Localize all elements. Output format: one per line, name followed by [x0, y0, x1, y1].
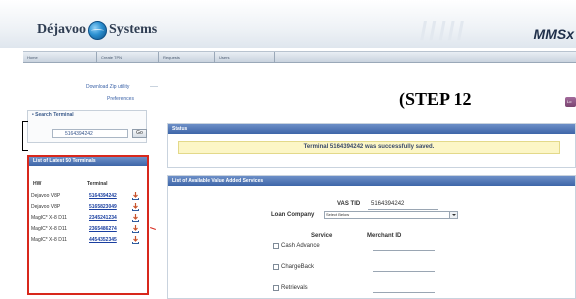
search-terminal-input[interactable]: 5164394242 — [52, 129, 128, 138]
list-item: Dejavoo V8P 5164394242 — [29, 192, 147, 203]
chargeback-label: ChargeBack — [281, 264, 315, 270]
list-item: MagIC* X-8 D11 2365486274 — [29, 225, 147, 236]
preferences-link[interactable]: Preferences — [107, 96, 134, 102]
retrievals-checkbox[interactable] — [273, 285, 279, 291]
download-icon[interactable] — [132, 192, 139, 200]
cash-advance-checkbox[interactable] — [273, 243, 279, 249]
status-message: Terminal 5164394242 was successfully sav… — [178, 141, 560, 154]
service-column-header: Service — [311, 233, 333, 239]
download-icon[interactable] — [132, 203, 139, 211]
loan-company-value: Select Below — [326, 212, 350, 217]
app-header: ///// Déjavoo Systems MMSx — [0, 0, 576, 48]
go-button[interactable]: Go — [132, 129, 147, 138]
download-icon[interactable] — [132, 225, 139, 233]
globe-icon — [88, 20, 107, 40]
download-icon[interactable] — [132, 214, 139, 222]
vas-title: List of Available Value Added Services — [168, 176, 575, 186]
service-row-chargeback: ChargeBack — [273, 264, 314, 270]
header-watermark: ///// — [420, 16, 467, 46]
cash-advance-merchant-id-field[interactable] — [373, 250, 435, 251]
divider — [150, 86, 158, 87]
terminal-link[interactable]: 4454352345 — [89, 237, 117, 243]
terminal-hw: MagIC* X-8 D11 — [31, 226, 68, 232]
download-icon[interactable] — [132, 236, 139, 244]
logout-button[interactable]: Lo — [565, 97, 576, 107]
dejavoo-logo[interactable]: Déjavoo Systems — [37, 20, 157, 40]
terminal-link[interactable]: 5165823049 — [89, 204, 117, 210]
search-terminal-title: • Search Terminal — [32, 112, 74, 118]
nav-requests[interactable]: Requests — [159, 52, 215, 62]
vas-tid-underline — [368, 209, 438, 210]
search-terminal-panel: • Search Terminal 5164394242 Go — [27, 110, 147, 143]
list-item: MagIC* X-8 D11 4454352345 — [29, 236, 147, 247]
step-annotation: (STEP 12 — [399, 89, 472, 109]
column-terminal: Terminal — [87, 181, 108, 187]
nav-users[interactable]: Users — [215, 52, 275, 62]
latest-terminals-title: List of Latest 50 Terminals — [29, 157, 147, 166]
terminal-list: Dejavoo V8P 5164394242 Dejavoo V8P 51658… — [29, 192, 147, 247]
vas-tid-label: VAS TID — [337, 201, 361, 207]
retrievals-merchant-id-field[interactable] — [373, 292, 435, 293]
vas-tid-value: 5164394242 — [371, 201, 405, 207]
terminal-link[interactable]: 2365486274 — [89, 226, 117, 232]
terminal-hw: MagIC* X-8 D11 — [31, 237, 68, 243]
retrievals-label: Retrievals — [281, 285, 308, 291]
product-brand: MMSx — [533, 26, 574, 42]
terminal-hw: Dejavoo V8P — [31, 193, 61, 199]
vas-panel: List of Available Value Added Services V… — [167, 175, 576, 299]
chevron-down-icon[interactable] — [449, 212, 457, 218]
status-title: Status — [168, 124, 575, 134]
terminal-link[interactable]: 5164394242 — [89, 193, 117, 199]
terminal-link[interactable]: 2345241234 — [89, 215, 117, 221]
list-item: Dejavoo V8P 5165823049 — [29, 203, 147, 214]
list-item: MagIC* X-8 D11 2345241234 — [29, 214, 147, 225]
terminal-hw: MagIC* X-8 D11 — [31, 215, 68, 221]
loan-company-select[interactable]: Select Below — [324, 211, 458, 219]
terminal-hw: Dejavoo V8P — [31, 204, 61, 210]
latest-terminals-highlight: List of Latest 50 Terminals HW Terminal … — [27, 155, 149, 295]
nav-create-tpn[interactable]: Create TPN — [97, 52, 159, 62]
chargeback-merchant-id-field[interactable] — [373, 271, 435, 272]
annotation-bracket — [22, 121, 28, 151]
logo-text-systems: Systems — [109, 22, 158, 37]
main-nav: Home Create TPN Requests Users — [23, 51, 576, 63]
download-zip-link[interactable]: Download Zip utility — [86, 84, 129, 90]
merchant-id-column-header: Merchant ID — [367, 233, 402, 239]
service-row-retrievals: Retrievals — [273, 285, 308, 291]
chargeback-checkbox[interactable] — [273, 264, 279, 270]
status-panel: Status Terminal 5164394242 was successfu… — [167, 123, 576, 168]
annotation-pointer — [150, 227, 156, 230]
service-row-cash-advance: Cash Advance — [273, 243, 320, 249]
logo-text-dejavoo: Déjavoo — [37, 22, 86, 37]
nav-home[interactable]: Home — [23, 52, 97, 62]
cash-advance-label: Cash Advance — [281, 243, 320, 249]
loan-company-label: Loan Company — [271, 212, 315, 218]
column-hw: HW — [33, 181, 42, 187]
